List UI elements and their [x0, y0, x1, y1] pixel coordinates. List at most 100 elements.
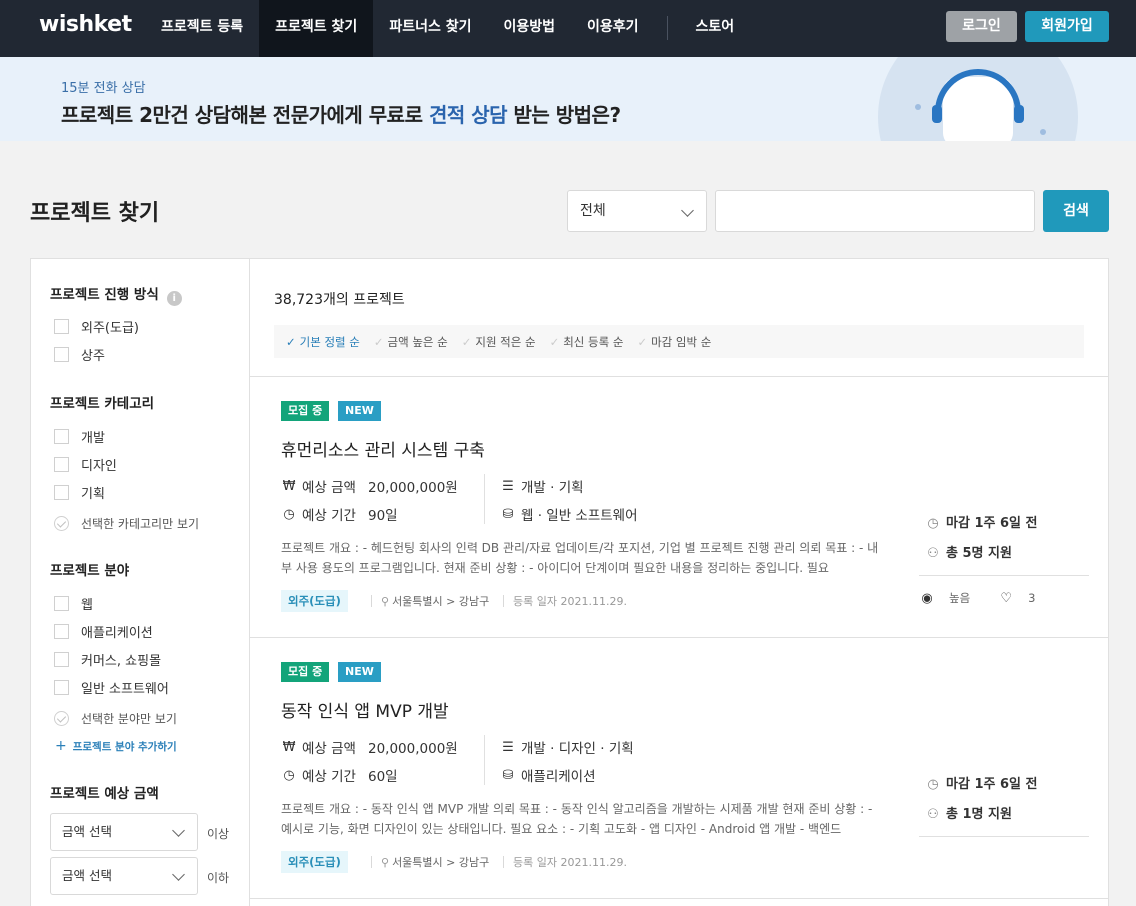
project-applicants: ⚇ 총 5명 지원	[925, 542, 1012, 561]
check-icon: ✓	[286, 334, 296, 349]
person-icon: ⚇	[927, 807, 939, 822]
project-field: ⛁ 웹 · 일반 소프트웨어	[500, 504, 638, 525]
project-budget: ₩ 예상 금액 20,000,000원	[281, 737, 458, 758]
clock-icon: ◷	[283, 767, 295, 783]
sort-label: 최신 등록 순	[563, 334, 624, 349]
check-circle-icon[interactable]	[54, 516, 69, 531]
login-button[interactable]: 로그인	[946, 11, 1017, 42]
deadline-text: 마감 1주 6일 전	[946, 516, 1038, 531]
checkbox-software[interactable]: 일반 소프트웨어	[54, 678, 169, 697]
project-period: ◷ 예상 기간 60일	[281, 765, 397, 786]
project-stats: ◉ 높음 ♡ 3	[919, 590, 1064, 606]
banner-subtitle: 15분 전화 상담	[61, 81, 146, 96]
sort-default[interactable]: ✓ 기본 정렬 순	[286, 334, 360, 350]
sort-newest[interactable]: ✓ 최신 등록 순	[550, 334, 624, 350]
checkbox-box[interactable]	[54, 347, 69, 362]
amount-min-select[interactable]: 금액 선택	[50, 813, 198, 851]
status-badge: 모집 중	[281, 401, 330, 421]
nav-divider	[666, 16, 668, 40]
list-icon: ☰	[502, 739, 514, 755]
checkbox-resident[interactable]: 상주	[54, 345, 105, 364]
search-scope-select[interactable]: 전체	[567, 190, 707, 232]
checkbox-outsourcing[interactable]: 외주(도급)	[54, 317, 139, 336]
checkbox-box[interactable]	[54, 680, 69, 695]
banner-title-part: 프로젝트 2만건 상담해본 전문가에게 무료로	[61, 103, 429, 127]
sort-label: 기본 정렬 순	[299, 334, 360, 349]
meta-label: 예상 금액	[302, 480, 356, 496]
meta-divider	[484, 735, 485, 785]
search-button[interactable]: 검색	[1043, 190, 1109, 232]
amount-max-select[interactable]: 금액 선택	[50, 857, 198, 895]
signup-button[interactable]: 회원가입	[1025, 11, 1109, 42]
add-field-link[interactable]: + 프로젝트 분야 추가하기	[55, 738, 177, 754]
nav-project-register[interactable]: 프로젝트 등록	[145, 0, 259, 57]
nav-reviews[interactable]: 이용후기	[571, 0, 655, 57]
checkbox-web[interactable]: 웹	[54, 594, 93, 613]
search-input[interactable]	[715, 190, 1035, 232]
project-deadline: ◷ 마감 1주 6일 전	[925, 512, 1037, 531]
nav-project-find[interactable]: 프로젝트 찾기	[259, 0, 374, 57]
nav-how-to-use[interactable]: 이용방법	[487, 0, 571, 57]
meta-label: 예상 기간	[302, 508, 356, 524]
inline-divider	[371, 856, 372, 868]
meta-divider	[484, 474, 485, 524]
checkbox-commerce[interactable]: 커머스, 쇼핑몰	[54, 650, 161, 669]
check-circle-icon[interactable]	[54, 711, 69, 726]
side-divider	[919, 836, 1089, 837]
likes-text: 3	[1028, 591, 1036, 605]
checkbox-development[interactable]: 개발	[54, 427, 105, 446]
field-only-toggle[interactable]: 선택한 분야만 보기	[54, 710, 177, 727]
checkbox-box[interactable]	[54, 596, 69, 611]
consult-banner[interactable]: 15분 전화 상담 프로젝트 2만건 상담해본 전문가에게 무료로 견적 상담 …	[0, 57, 1136, 141]
wishket-logo[interactable]: wishket	[39, 12, 132, 37]
sort-amount-high[interactable]: ✓ 금액 높은 순	[374, 334, 448, 350]
consultant-illustration	[878, 57, 1078, 141]
checkbox-label: 기획	[81, 487, 105, 502]
heart-icon[interactable]: ♡	[998, 591, 1014, 606]
project-card[interactable]: 모집 중 NEW 휴먼리소스 관리 시스템 구축 ₩ 예상 금액 20,000,00…	[250, 376, 1108, 637]
checkbox-box[interactable]	[54, 457, 69, 472]
inline-divider	[371, 595, 372, 607]
info-icon[interactable]: i	[166, 291, 182, 306]
checkbox-box[interactable]	[54, 485, 69, 500]
checkbox-planning[interactable]: 기획	[54, 483, 105, 502]
checkbox-box[interactable]	[54, 652, 69, 667]
side-divider	[919, 575, 1089, 576]
add-field-label: 프로젝트 분야 추가하기	[72, 741, 177, 753]
new-badge: NEW	[338, 662, 381, 682]
nav-partners-find[interactable]: 파트너스 찾기	[373, 0, 487, 57]
category-only-toggle[interactable]: 선택한 카테고리만 보기	[54, 515, 199, 532]
amount-min-suffix: 이상	[207, 827, 230, 841]
project-card[interactable]: 모집 중 NEW 동작 인식 앱 MVP 개발 ₩ 예상 금액 20,000,000…	[250, 637, 1108, 898]
won-icon: ₩	[282, 739, 296, 755]
project-applicants: ⚇ 총 1명 지원	[925, 803, 1012, 822]
list-divider	[250, 898, 1108, 899]
checkbox-box[interactable]	[54, 319, 69, 334]
checkbox-box[interactable]	[54, 624, 69, 639]
toggle-label: 선택한 카테고리만 보기	[81, 517, 200, 531]
project-title[interactable]: 휴먼리소스 관리 시스템 구축	[281, 436, 485, 461]
sort-deadline[interactable]: ✓ 마감 임박 순	[637, 334, 711, 350]
drive-icon: ⛁	[502, 767, 514, 783]
checkbox-box[interactable]	[54, 429, 69, 444]
likes-stat[interactable]: ♡ 3	[998, 591, 1049, 606]
status-badge: 모집 중	[281, 662, 330, 682]
project-title[interactable]: 동작 인식 앱 MVP 개발	[281, 697, 449, 722]
checkbox-label: 웹	[81, 598, 93, 613]
checkbox-application[interactable]: 애플리케이션	[54, 622, 153, 641]
banner-title: 프로젝트 2만건 상담해본 전문가에게 무료로 견적 상담 받는 방법은?	[61, 99, 621, 128]
checkbox-design[interactable]: 디자인	[54, 455, 117, 474]
meta-label: 예상 금액	[302, 741, 356, 757]
project-type-chip: 외주(도급)	[281, 851, 348, 873]
consultant-icon	[915, 69, 1046, 141]
nav-store[interactable]: 스토어	[680, 0, 751, 57]
timer-icon: ◷	[927, 777, 939, 792]
meta-value: 웹 · 일반 소프트웨어	[521, 508, 638, 524]
location-text: 서울특별시 > 강남구	[392, 856, 490, 869]
location-text: 서울특별시 > 강남구	[392, 595, 490, 608]
filter-amount-title: 프로젝트 예상 금액	[50, 786, 159, 802]
meta-value: 20,000,000원	[367, 741, 458, 757]
check-icon: ✓	[549, 334, 560, 349]
pin-icon: ⚲	[381, 595, 390, 608]
sort-fewest-applicants[interactable]: ✓ 지원 적은 순	[462, 334, 536, 350]
